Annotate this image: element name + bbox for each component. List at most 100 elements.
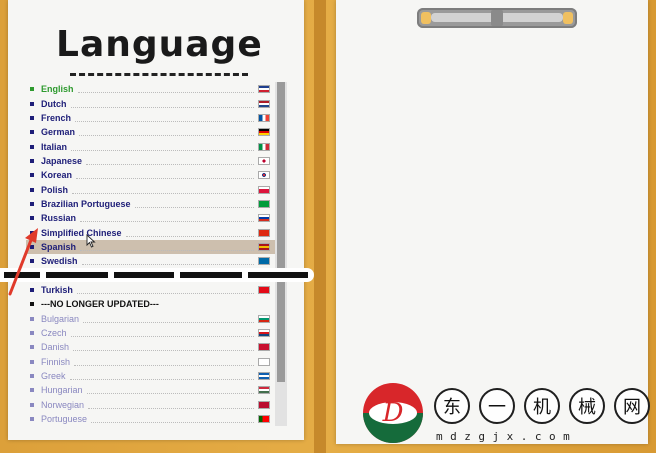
dash [114,272,174,278]
bullet-icon [30,316,34,321]
language-list: English Dutch French German Italian Japanese K… [26,82,276,426]
bullet-icon [30,374,34,379]
pt-flag-icon [258,415,270,424]
dot-leader [125,229,254,237]
kr-flag-icon [258,171,270,180]
language-item[interactable]: French [26,111,276,125]
language-item[interactable]: Norwegian [26,398,276,412]
language-label: Norwegian [41,399,85,410]
bullet-icon [30,388,34,393]
dot-leader [69,372,254,381]
language-label: Japanese [41,155,83,166]
language-item[interactable]: Japanese [26,154,276,168]
scrollbar-thumb[interactable] [277,82,285,382]
es-flag-icon [258,242,270,251]
language-label: Swedish [41,256,78,267]
scrollbar[interactable] [275,82,287,426]
language-label: Spanish [41,241,77,252]
language-item[interactable]: Swedish [26,254,276,268]
cz-flag-icon [258,329,270,338]
fi-flag-icon [258,357,270,366]
dot-leader [80,214,254,223]
tr-flag-icon [258,285,270,294]
dot-leader [76,171,254,180]
gr-flag-icon [258,372,270,381]
hu-flag-icon [258,386,270,395]
watermark-char: 一 [479,388,515,424]
language-label: Korean [41,170,73,181]
language-item[interactable]: Czech [26,326,276,340]
watermark-char: 机 [524,388,560,424]
language-label: Hungarian [41,385,83,396]
dot-leader [70,329,254,338]
language-item[interactable]: Spanish [26,239,276,255]
dot-leader [72,186,254,194]
dot-leader [86,386,254,395]
language-label: Russian [41,213,77,224]
dot-leader [79,128,254,137]
bullet-icon [30,130,34,135]
language-label: ---NO LONGER UPDATED--- [41,299,159,310]
language-item[interactable]: Greek [26,369,276,383]
watermark-char: 械 [569,388,605,424]
language-item[interactable]: Brazilian Portuguese [26,197,276,211]
language-item[interactable]: Hungarian [26,383,276,397]
title-underline [70,68,248,76]
cn-flag-icon [258,228,270,237]
dot-leader [134,200,254,208]
svg-text:D: D [382,398,404,428]
language-item[interactable]: Dutch [26,96,276,110]
dot-leader [73,343,254,352]
bullet-icon [30,302,34,307]
watermark-logo-icon: D [363,383,423,443]
se-flag-icon [258,257,270,266]
bullet-icon [30,216,34,221]
language-item[interactable]: Simplified Chinese [26,225,276,239]
language-item[interactable]: English [26,82,276,96]
language-label: Bulgarian [41,313,80,324]
language-label: Czech [41,328,67,339]
language-item[interactable]: Bulgarian [26,312,276,326]
watermark-char: 东 [434,388,470,424]
language-item[interactable]: Finnish [26,355,276,369]
bg-flag-icon [258,314,270,323]
language-item[interactable]: Turkish [26,283,276,297]
dot-leader [71,143,254,151]
ru-flag-icon [258,214,270,223]
it-flag-icon [258,142,270,151]
dash [180,272,242,278]
dot-leader [77,85,254,94]
dot-leader [86,157,254,165]
language-label: French [41,112,72,123]
language-item[interactable]: Polish [26,182,276,196]
no-flag-icon [258,400,270,409]
language-item[interactable]: German [26,125,276,139]
language-item[interactable]: Russian [26,211,276,225]
language-label: Greek [41,371,66,382]
language-item[interactable]: Korean [26,168,276,182]
jp-flag-icon [258,156,270,165]
watermark-characters: 东一机械网 [434,388,650,424]
language-label: Finnish [41,356,71,367]
language-item[interactable]: Italian [26,139,276,153]
bullet-icon [30,158,34,163]
dot-leader [74,358,254,366]
language-label: Italian [41,141,68,152]
right-page [336,0,648,444]
clipboard-clip [417,8,577,28]
language-item[interactable]: Danish [26,340,276,354]
bullet-icon [30,187,34,192]
bullet-icon [30,345,34,350]
dot-leader [76,286,254,294]
clip-knob-left [421,12,431,24]
dot-leader [83,315,254,323]
dk-flag-icon [258,343,270,352]
language-label: German [41,127,76,138]
language-item[interactable]: Portuguese [26,412,276,426]
pl-flag-icon [258,185,270,194]
dot-leader [75,114,254,122]
bullet-icon [30,359,34,364]
language-label: Dutch [41,98,67,109]
language-label: Turkish [41,284,73,295]
dot-leader [88,401,254,409]
